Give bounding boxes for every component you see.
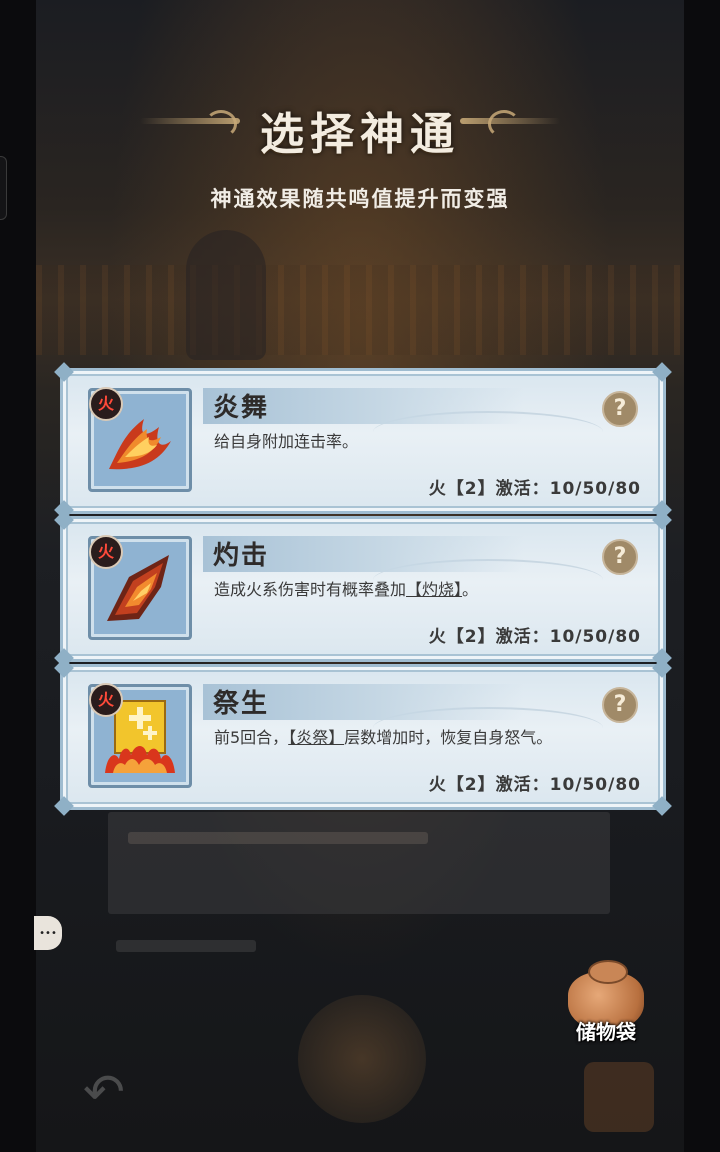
desc-text-end: 层数增加时，恢复自身怒气。: [344, 728, 553, 747]
activation-requirement: 火【2】激活：10/50/80: [428, 479, 641, 499]
background-right-button: [584, 1062, 654, 1132]
skill-name: 炎舞: [213, 393, 270, 423]
background-center-button: [298, 995, 426, 1123]
background-dialog-panel: [108, 812, 610, 914]
background-dialog-text: [128, 832, 428, 844]
background-roof: [36, 265, 684, 355]
skill-card-yanwu[interactable]: 火 炎舞 给自身附加连击率。 ? 火【2】激活：10/50/80: [54, 362, 672, 520]
help-button[interactable]: ?: [602, 391, 638, 427]
page-title: 选择神通: [260, 109, 460, 160]
skill-description: 给自身附加连击率。: [214, 431, 584, 453]
keyword-link-burn[interactable]: 【灼烧】: [406, 580, 462, 599]
background-character: [186, 230, 266, 360]
fire-element-badge: 火: [89, 387, 123, 421]
skill-description: 前5回合，【炎祭】层数增加时，恢复自身怒气。: [214, 727, 584, 749]
storage-bag-button[interactable]: 储物袋: [558, 960, 654, 1050]
chat-bubble-icon[interactable]: •••: [34, 916, 62, 950]
skill-description: 造成火系伤害时有概率叠加【灼烧】。: [214, 579, 584, 601]
bag-knot-icon: [588, 960, 628, 984]
desc-text: 造成火系伤害时有概率叠加: [214, 580, 407, 599]
skill-name: 祭生: [213, 689, 270, 719]
skill-name: 灼击: [213, 541, 270, 571]
skill-card-zhuoji[interactable]: 火 灼击 造成火系伤害时有概率叠加【灼烧】。 ? 火【2】激活：10/50/80: [54, 510, 672, 668]
keyword-link-yanji[interactable]: 【炎祭】: [288, 728, 344, 747]
desc-text: 给自身附加连击率。: [214, 432, 359, 451]
activation-requirement: 火【2】激活：10/50/80: [428, 775, 641, 795]
page-subtitle: 神通效果随共鸣值提升而变强: [210, 187, 510, 211]
skill-card-jisheng[interactable]: 火 祭生 前5回合，【炎祭】层数增加时，恢复自身怒气。 ? 火【2】激活：10/…: [54, 658, 672, 816]
activation-requirement: 火【2】激活：10/50/80: [428, 627, 641, 647]
background-back-icon: ↶: [83, 1063, 125, 1121]
desc-text: 前5回合，: [214, 728, 289, 747]
storage-bag-label: 储物袋: [576, 1020, 636, 1044]
fire-element-badge: 火: [89, 683, 123, 717]
fire-element-badge: 火: [89, 535, 123, 569]
background-text-line: [116, 940, 256, 952]
desc-text-end: 。: [462, 580, 479, 599]
right-letterbox: [684, 0, 720, 1152]
help-button[interactable]: ?: [602, 687, 638, 723]
help-button[interactable]: ?: [602, 539, 638, 575]
